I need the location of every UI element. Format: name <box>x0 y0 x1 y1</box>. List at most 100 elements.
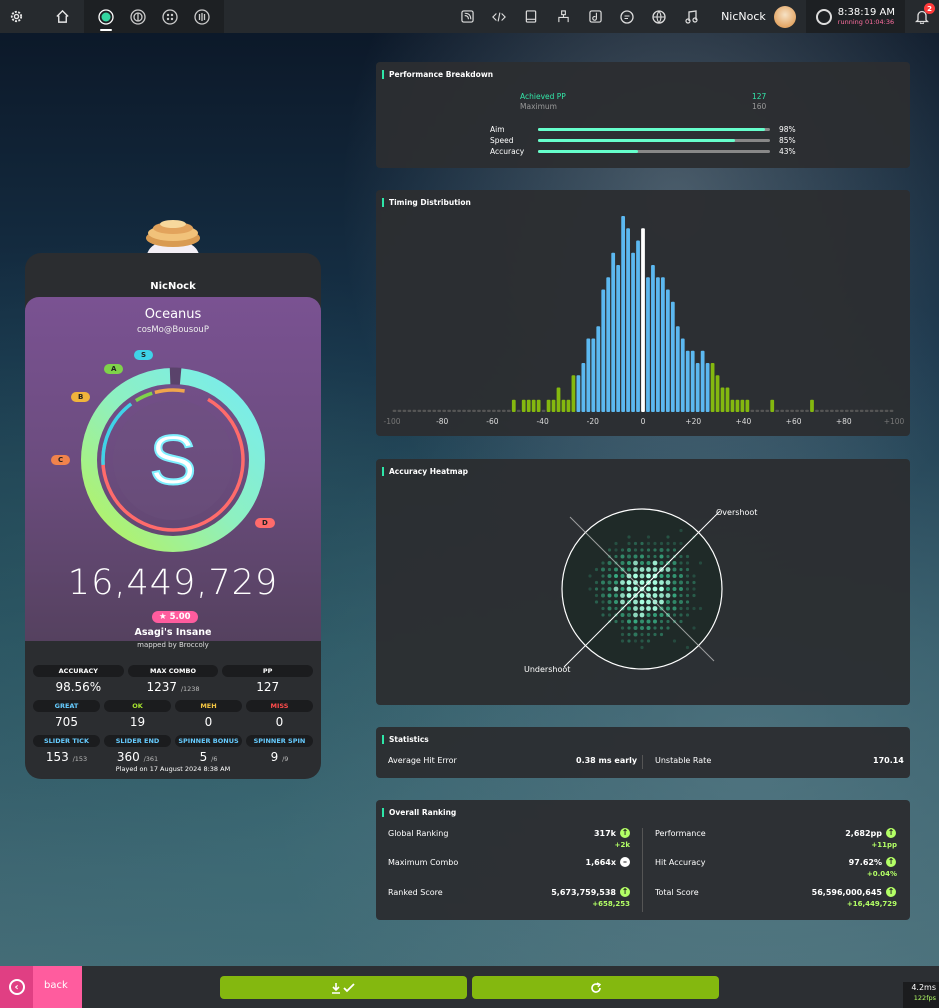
maximum-pp-value: 160 <box>752 102 767 111</box>
grade-chip-d: D <box>255 518 275 528</box>
heatmap-dot <box>588 587 592 591</box>
beatmap-listing-icon[interactable] <box>579 0 611 33</box>
score-panel: NicNock Oceanus cosMo@BousouP S S A B C <box>25 253 321 779</box>
heatmap-dot <box>627 541 631 546</box>
achieved-pp-value: 127 <box>752 92 767 101</box>
code-icon[interactable] <box>483 0 515 33</box>
timing-bar <box>392 409 397 412</box>
heatmap-dot <box>672 548 677 552</box>
notifications-button[interactable]: 2 <box>905 0 939 33</box>
ranking-divider <box>642 828 643 912</box>
home-icon[interactable] <box>46 0 78 33</box>
heatmap-dot <box>633 639 638 643</box>
heatmap-dot <box>652 606 658 611</box>
heatmap-dot <box>594 567 599 572</box>
timing-bar <box>874 409 879 412</box>
back-button[interactable]: ‹ back <box>0 966 82 1008</box>
speed-percent: 85% <box>779 136 796 145</box>
score-card: Oceanus cosMo@BousouP S S A B C D 16,449… <box>25 297 321 649</box>
toolbar-right: NicNock 8:38:19 AM running 01:04:36 2 <box>451 0 939 33</box>
timing-tick-label: -20 <box>587 417 599 426</box>
notification-count-badge: 2 <box>924 3 935 14</box>
heatmap-dot <box>601 574 605 578</box>
heatmap-dot <box>679 541 683 546</box>
dashboard-icon[interactable] <box>643 0 675 33</box>
timing-bar <box>636 240 640 412</box>
heatmap-dot <box>640 639 644 643</box>
timing-tick-label: -80 <box>436 417 448 426</box>
taiko-ruleset-icon[interactable] <box>122 0 154 33</box>
heatmap-dot <box>692 593 696 598</box>
heatmap-dot <box>614 593 618 598</box>
heatmap-dot <box>692 574 696 578</box>
heatmap-dot <box>627 639 631 643</box>
rankings-icon[interactable] <box>547 0 579 33</box>
heatmap-dot <box>665 567 671 572</box>
timing-bar <box>815 409 819 412</box>
beatmap-artist: cosMo@BousouP <box>137 325 209 335</box>
heatmap-dot <box>646 599 651 605</box>
chat-icon[interactable] <box>611 0 643 33</box>
heatmap-dot <box>685 613 690 617</box>
toolbar-clock[interactable]: 8:38:19 AM running 01:04:36 <box>805 0 905 33</box>
ranked-score-up-icon: ↑ <box>620 887 630 897</box>
stat-ok: OK 19 <box>104 700 171 729</box>
heatmap-dot <box>594 593 599 598</box>
toolbar-avatar <box>773 5 796 28</box>
overall-ranking-panel: Overall Ranking Global Ranking 317k ↑ +2… <box>376 800 910 920</box>
settings-icon[interactable] <box>0 0 32 33</box>
timing-bar <box>889 409 894 412</box>
heatmap-dot <box>620 548 625 552</box>
heatmap-dot <box>626 580 632 585</box>
timing-bar <box>626 228 630 412</box>
heatmap-dot <box>692 580 696 585</box>
heatmap-dot <box>646 541 651 546</box>
accuracy-heatmap: Overshoot Undershoot <box>524 508 757 674</box>
played-date: Played on 17 August 2024 8:38 AM <box>115 765 231 773</box>
toolbar-user-button[interactable]: NicNock <box>707 5 806 28</box>
heatmap-dot <box>640 561 644 565</box>
mania-ruleset-icon[interactable] <box>186 0 218 33</box>
heatmap-dot <box>633 586 638 592</box>
overshoot-label: Overshoot <box>716 508 757 517</box>
download-replay-button[interactable] <box>220 976 467 999</box>
download-check-icon <box>331 982 355 994</box>
heatmap-dot <box>614 567 618 572</box>
heatmap-dot <box>672 580 677 585</box>
timing-bar <box>710 363 715 412</box>
heatmap-dot <box>666 600 670 604</box>
heatmap-dot <box>659 593 664 598</box>
heatmap-dot <box>659 599 664 605</box>
timing-bar <box>660 277 665 412</box>
timing-bar <box>859 409 864 412</box>
timing-bar <box>601 289 606 412</box>
retry-button[interactable] <box>472 976 719 999</box>
heatmap-dot <box>666 587 670 591</box>
heatmap-dot <box>633 573 638 579</box>
timing-bar <box>800 409 804 412</box>
heatmap-dot <box>679 613 683 617</box>
catch-ruleset-icon[interactable] <box>154 0 186 33</box>
heatmap-dot <box>666 548 670 552</box>
heatmap-dot <box>633 541 638 546</box>
heatmap-dot <box>614 574 618 578</box>
timing-bar <box>825 409 829 412</box>
heatmap-dot <box>633 626 638 630</box>
timing-bar <box>621 216 626 412</box>
timing-bar <box>760 409 765 412</box>
timing-bar <box>670 301 675 412</box>
osu-ruleset-icon[interactable] <box>90 0 122 33</box>
timing-bar <box>417 409 422 412</box>
heatmap-dot <box>627 554 631 559</box>
news-icon[interactable] <box>451 0 483 33</box>
timing-bar <box>586 338 591 412</box>
timing-bar <box>531 399 536 412</box>
heatmap-dot <box>666 626 670 630</box>
heatmap-dot <box>607 613 612 617</box>
music-icon[interactable] <box>675 0 707 33</box>
heatmap-dot <box>685 606 690 611</box>
wiki-icon[interactable] <box>515 0 547 33</box>
heatmap-dot <box>607 561 612 565</box>
heatmap-dot <box>633 548 638 552</box>
timing-bar <box>834 409 839 412</box>
